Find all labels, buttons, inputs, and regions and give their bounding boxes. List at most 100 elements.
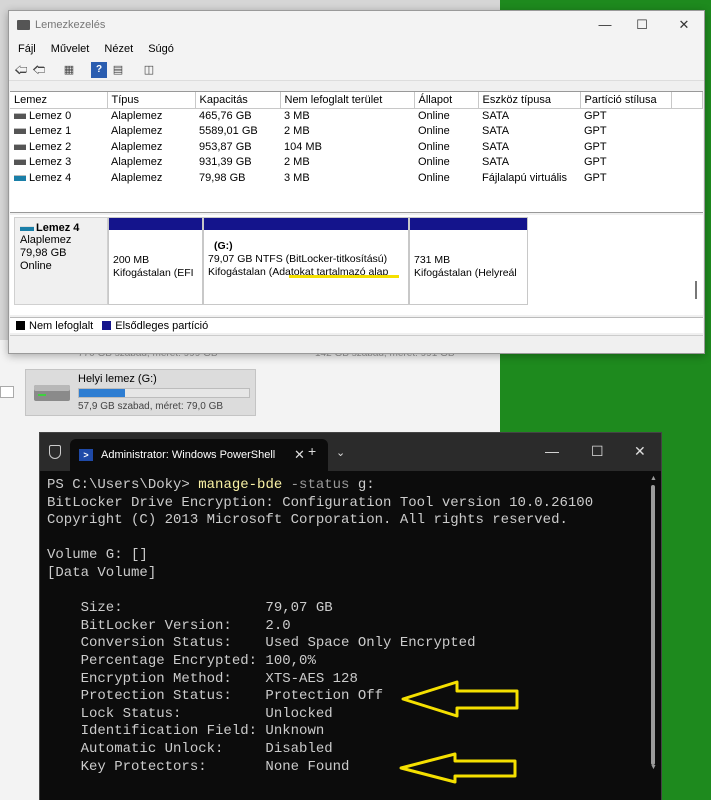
legend-swatch-unallocated (16, 321, 25, 330)
terminal-output[interactable]: PS C:\Users\Doky> manage-bde -status g: B… (47, 477, 647, 776)
column-header[interactable]: Állapot (414, 92, 479, 109)
terminal-window: > Administrator: Windows PowerShell ✕ + … (39, 432, 662, 800)
disk-management-icon (17, 20, 30, 30)
table-cell: 79,98 GB (199, 171, 246, 184)
table-row[interactable]: Lemez 3 Alaplemez 931,39 GB 2 MB Online … (10, 155, 703, 171)
table-row[interactable]: Lemez 4 Alaplemez 79,98 GB 3 MB Online F… (10, 170, 703, 186)
table-cell: Alaplemez (111, 171, 163, 184)
output-line: Lock Status: Unlocked (47, 705, 333, 722)
maximize-button[interactable]: ☐ (591, 443, 604, 460)
table-row[interactable]: Lemez 1 Alaplemez 5589,01 GB 2 MB Online… (10, 124, 703, 140)
menu-help[interactable]: Súgó (148, 39, 174, 59)
explorer-nav-button[interactable] (0, 386, 14, 398)
table-row[interactable]: Lemez 2 Alaplemez 953,87 GB 104 MB Onlin… (10, 139, 703, 155)
disk-icon (14, 143, 26, 150)
partition-g[interactable]: (G:) 79,07 GB NTFS (BitLocker-titkosítás… (203, 217, 409, 305)
command-line: PS C:\Users\Doky> manage-bde -status g: (47, 477, 647, 495)
table-cell: GPT (584, 110, 607, 122)
table-cell: Alaplemez (111, 156, 163, 169)
table-cell: Online (418, 110, 450, 122)
output-line: Conversion Status: Used Space Only Encry… (47, 635, 476, 652)
new-tab-icon[interactable]: + (308, 443, 316, 459)
table-cell: GPT (584, 171, 607, 184)
close-button[interactable]: ✕ (634, 443, 646, 460)
console-tree-icon[interactable]: ▦ (61, 62, 77, 78)
table-row[interactable]: Lemez 0 Alaplemez 465,76 GB 3 MB Online … (10, 108, 703, 124)
close-tab-icon[interactable]: ✕ (294, 447, 305, 463)
table-cell: GPT (584, 140, 607, 153)
output-line: Identification Field: Unknown (47, 723, 325, 740)
partition-recovery[interactable]: 731 MB Kifogástalan (Helyreál (409, 217, 528, 305)
highlight-underline (289, 275, 399, 278)
terminal-scrollbar[interactable]: ▲ ▼ (650, 475, 657, 800)
disk-label-lemez-4[interactable]: Lemez 4 Alaplemez 79,98 GB Online (14, 217, 108, 305)
settings-icon[interactable]: ◫ (141, 62, 157, 78)
maximize-button[interactable]: ☐ (627, 15, 657, 35)
table-cell: SATA (482, 156, 510, 169)
output-line: Key Protectors: None Found (47, 758, 350, 775)
column-header[interactable]: Eszköz típusa (478, 92, 581, 109)
close-button[interactable]: ✕ (669, 15, 699, 35)
disk-management-window: Lemezkezelés — ☐ ✕ Fájl Művelet Nézet Sú… (8, 10, 705, 354)
output-line: Protection Status: Protection Off (47, 688, 384, 705)
table-cell: Fájlalapú virtuális (482, 171, 567, 184)
column-header[interactable]: Lemez (10, 92, 108, 109)
menu-file[interactable]: Fájl (18, 39, 36, 59)
minimize-button[interactable]: — (545, 443, 559, 459)
terminal-tab[interactable]: > Administrator: Windows PowerShell ✕ (70, 439, 328, 471)
menu-view[interactable]: Nézet (104, 39, 133, 59)
column-header[interactable]: Típus (107, 92, 196, 109)
partition-header (410, 218, 527, 230)
table-cell: Online (418, 171, 450, 184)
minimize-button[interactable]: — (590, 15, 620, 35)
partition-header (204, 218, 408, 230)
scroll-down-icon[interactable]: ▼ (650, 764, 657, 771)
partition-status: Kifogástalan (Helyreál (414, 267, 517, 279)
command-arg: g: (349, 477, 375, 493)
disk-label-type: Alaplemez (20, 234, 72, 246)
scrollbar[interactable] (695, 281, 697, 299)
help-icon[interactable]: ? (91, 62, 107, 78)
column-header[interactable]: Partíció stílusa (580, 92, 672, 109)
partition-size: 200 MB (113, 254, 150, 266)
table-cell: SATA (482, 125, 510, 138)
scroll-up-icon[interactable]: ▲ (650, 475, 657, 482)
output-line: Encryption Method: XTS-AES 128 (47, 670, 358, 687)
column-header[interactable]: Nem lefoglalt terület (280, 92, 415, 109)
drive-tile-g[interactable]: Helyi lemez (G:) 57,9 GB szabad, méret: … (25, 369, 256, 416)
shield-icon (49, 445, 61, 459)
drive-usage-bar (78, 388, 250, 398)
partition-size: 731 MB (414, 254, 451, 266)
disk-name: Lemez 0 (29, 110, 72, 122)
forward-arrow-icon[interactable]: 🢢 (31, 62, 47, 78)
drive-free-text: 57,9 GB szabad, méret: 79,0 GB (78, 401, 224, 412)
output-line: Automatic Unlock: Disabled (47, 740, 333, 757)
drive-usage-fill (79, 389, 125, 397)
table-header: Lemez Típus Kapacitás Nem lefoglalt terü… (10, 92, 703, 109)
partition-volume: (G:) (214, 240, 233, 252)
command-param: -status (282, 477, 350, 493)
chevron-down-icon[interactable]: ⌄ (336, 446, 345, 459)
column-header-filler (671, 92, 703, 109)
back-arrow-icon[interactable]: 🢠 (13, 62, 29, 78)
table-cell: GPT (584, 156, 607, 169)
table-cell: Alaplemez (111, 110, 163, 122)
disk-graphical-view: Lemez 4 Alaplemez 79,98 GB Online 200 MB… (10, 215, 703, 315)
menu-action[interactable]: Művelet (51, 39, 90, 59)
annotation-arrow-icon (399, 752, 517, 784)
table-cell: 465,76 GB (199, 110, 252, 122)
table-cell: Alaplemez (111, 125, 163, 138)
partition-efi[interactable]: 200 MB Kifogástalan (EFI (108, 217, 203, 305)
column-header[interactable]: Kapacitás (195, 92, 281, 109)
scrollbar-thumb[interactable] (651, 485, 655, 765)
output-line: BitLocker Version: 2.0 (47, 617, 291, 634)
tab-title: Administrator: Windows PowerShell (101, 449, 276, 461)
output-line: [Data Volume] (47, 564, 157, 581)
table-cell: 3 MB (284, 110, 310, 122)
table-cell: SATA (482, 140, 510, 153)
properties-icon[interactable]: ▤ (110, 62, 126, 78)
table-cell: Online (418, 140, 450, 153)
terminal-titlebar: > Administrator: Windows PowerShell ✕ + … (40, 433, 661, 471)
output-line: Copyright (C) 2013 Microsoft Corporation… (47, 512, 568, 529)
